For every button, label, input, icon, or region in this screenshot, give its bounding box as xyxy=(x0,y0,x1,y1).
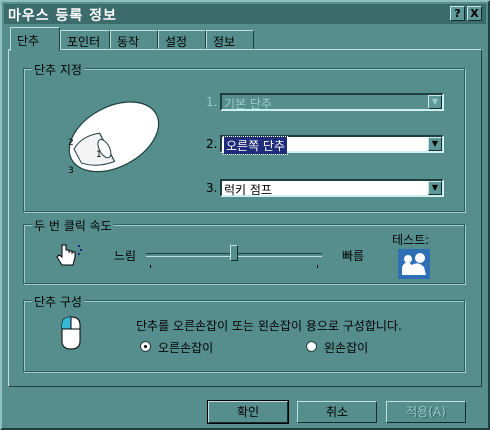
double-click-speed-group: 두 번 클릭 속도 느림 빠름 테스트: xyxy=(23,217,465,284)
fast-label: 빠름 xyxy=(342,249,365,263)
mouse-label-2: 2 xyxy=(68,138,74,148)
apply-button[interactable]: 적용(A) xyxy=(386,401,466,423)
row-number-1: 1. xyxy=(206,95,218,109)
window-title: 마우스 등록 정보 xyxy=(8,8,117,24)
middle-button-select[interactable]: 럭키 점프 ▼ xyxy=(220,179,444,197)
test-label: 테스트: xyxy=(392,233,430,247)
chevron-down-icon[interactable]: ▼ xyxy=(428,137,442,151)
left-handed-radio[interactable] xyxy=(306,341,317,352)
jack-in-box-test-icon[interactable] xyxy=(398,249,430,279)
tab-buttons[interactable]: 단추 xyxy=(10,27,60,51)
tab-label: 정보 xyxy=(213,35,236,49)
slider-tick-min xyxy=(150,265,151,268)
slider-tick-max xyxy=(317,265,318,268)
double-click-speed-slider[interactable] xyxy=(146,243,322,273)
row-number-2: 2. xyxy=(206,137,218,151)
left-handed-label[interactable]: 왼손잡이 xyxy=(324,339,368,356)
tab-info[interactable]: 정보 xyxy=(206,30,254,50)
group-legend: 단추 지정 xyxy=(32,61,84,78)
tab-panel: 단추 지정 2 1 3 1. 기본 단추 ▼ 2. 오른쪽 단추 ▼ 3. 럭키… xyxy=(8,49,482,387)
cancel-button[interactable]: 취소 xyxy=(297,401,377,423)
tab-pointers[interactable]: 포인터 xyxy=(60,30,110,50)
mouse-label-3: 3 xyxy=(68,166,74,176)
button-configuration-group: 단추 구성 단추를 오른손잡이 또는 왼손잡이 용으로 구성합니다. 오른손잡이… xyxy=(23,293,465,372)
mouse-label-1: 1 xyxy=(96,150,102,160)
hand-pointer-icon xyxy=(56,244,82,266)
slider-thumb[interactable] xyxy=(230,245,238,261)
tab-label: 단추 xyxy=(17,34,40,48)
select-value: 기본 단추 xyxy=(224,97,272,111)
group-legend: 두 번 클릭 속도 xyxy=(32,217,114,234)
primary-button-select: 기본 단추 ▼ xyxy=(220,93,444,111)
ok-button[interactable]: 확인 xyxy=(207,400,289,424)
button-config-description: 단추를 오른손잡이 또는 왼손잡이 용으로 구성합니다. xyxy=(136,319,402,333)
secondary-button-select[interactable]: 오른쪽 단추 ▼ xyxy=(220,135,444,155)
tab-label: 포인터 xyxy=(67,35,101,49)
select-value: 오른쪽 단추 xyxy=(222,136,289,155)
select-value: 럭키 점프 xyxy=(224,183,272,197)
tab-motion[interactable]: 동작 xyxy=(110,30,158,50)
help-button[interactable]: ? xyxy=(450,6,465,21)
tab-label: 설정 xyxy=(165,35,188,49)
mouse-icon xyxy=(61,316,81,350)
mouse-illustration: 2 1 3 xyxy=(68,101,160,176)
slow-label: 느림 xyxy=(114,249,137,263)
mouse-properties-dialog: 마우스 등록 정보 ? X 단추 포인터 동작 설정 정보 단추 지정 2 1 … xyxy=(0,0,490,430)
right-handed-radio[interactable] xyxy=(140,341,151,352)
group-legend: 단추 구성 xyxy=(32,293,84,310)
chevron-down-icon: ▼ xyxy=(428,95,442,109)
chevron-down-icon[interactable]: ▼ xyxy=(428,181,442,195)
right-handed-label[interactable]: 오른손잡이 xyxy=(158,339,213,356)
title-bar[interactable]: 마우스 등록 정보 ? X xyxy=(4,4,486,24)
tab-settings[interactable]: 설정 xyxy=(158,30,206,50)
row-number-3: 3. xyxy=(206,181,218,195)
button-assignment-group: 단추 지정 2 1 3 1. 기본 단추 ▼ 2. 오른쪽 단추 ▼ 3. 럭키… xyxy=(23,61,465,212)
tab-label: 동작 xyxy=(117,35,140,49)
close-button[interactable]: X xyxy=(467,6,482,21)
